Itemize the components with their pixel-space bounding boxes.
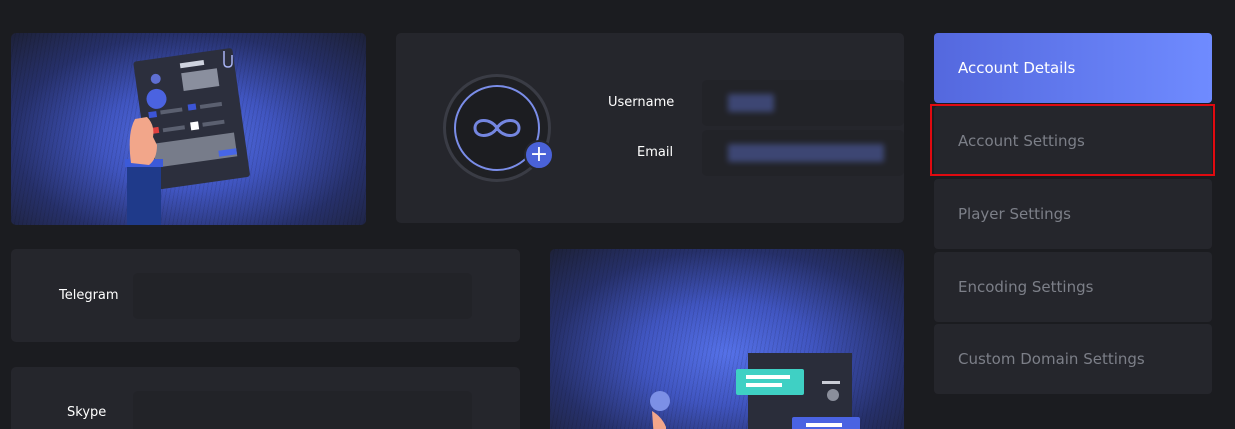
username-value-redacted	[728, 94, 774, 112]
account-page: + Username Email Telegram Skype Account …	[0, 0, 1235, 429]
skype-input[interactable]	[133, 391, 472, 429]
sidebar-item-encoding-settings[interactable]: Encoding Settings	[934, 252, 1212, 322]
infinity-logo-icon	[473, 119, 521, 137]
email-label: Email	[637, 145, 674, 160]
sidebar-item-label: Account Details	[958, 59, 1076, 77]
sidebar-item-label: Player Settings	[958, 205, 1071, 223]
username-field[interactable]	[702, 80, 904, 126]
plus-icon: +	[529, 142, 549, 167]
email-field[interactable]	[702, 130, 904, 176]
sidebar-item-label: Encoding Settings	[958, 278, 1094, 296]
sidebar-item-account-details[interactable]: Account Details	[934, 33, 1212, 103]
sidebar-item-label: Account Settings	[958, 132, 1085, 150]
document-illustration	[125, 48, 250, 225]
email-value-redacted	[728, 144, 884, 162]
profile-illustration	[11, 33, 366, 225]
sidebar-item-player-settings[interactable]: Player Settings	[934, 179, 1212, 249]
sidebar-item-label: Custom Domain Settings	[958, 350, 1145, 368]
chat-illustration	[550, 249, 904, 429]
add-avatar-button[interactable]: +	[524, 140, 554, 170]
skype-label: Skype	[67, 405, 107, 420]
sidebar-item-account-settings[interactable]: Account Settings	[934, 106, 1212, 176]
telegram-input[interactable]	[133, 273, 472, 319]
username-label: Username	[608, 95, 675, 110]
chat-graphic	[650, 353, 860, 429]
sidebar-item-custom-domain-settings[interactable]: Custom Domain Settings	[934, 324, 1212, 394]
telegram-label: Telegram	[59, 288, 119, 303]
